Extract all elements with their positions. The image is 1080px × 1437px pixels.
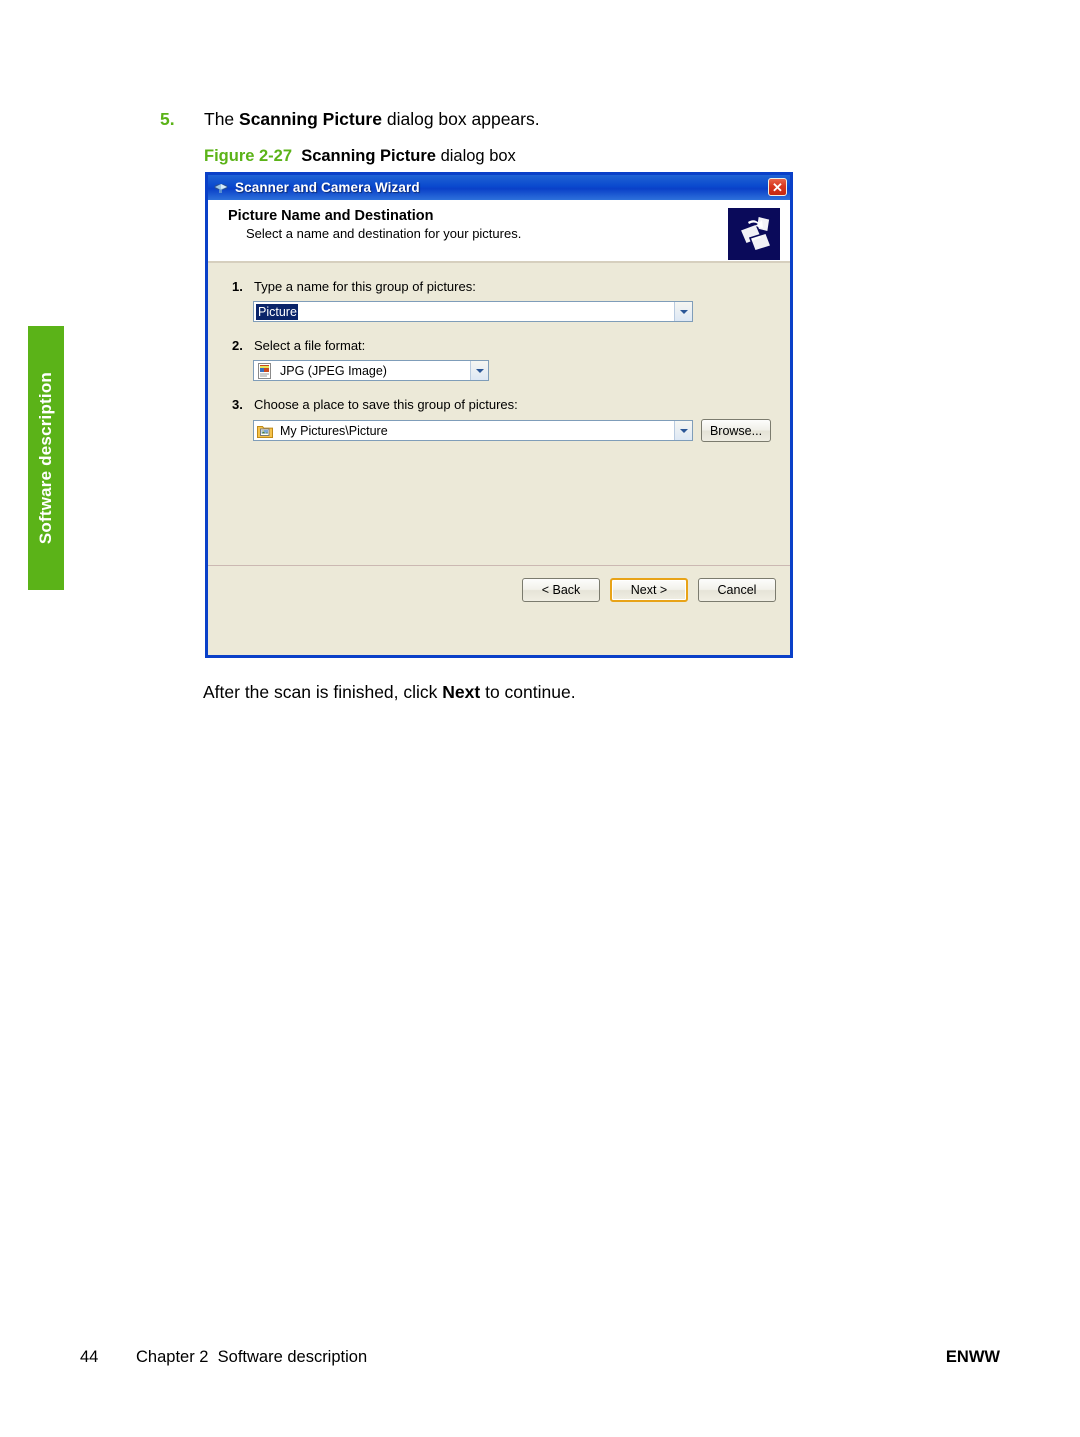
- field-label-3: 3. Choose a place to save this group of …: [232, 397, 790, 412]
- step-text-before: The: [204, 109, 240, 129]
- next-button[interactable]: Next >: [610, 577, 688, 602]
- field-row-3: My Pictures\Picture Browse...: [253, 419, 790, 442]
- save-location-value: My Pictures\Picture: [280, 423, 388, 438]
- field-label-1: 1. Type a name for this group of picture…: [232, 279, 790, 294]
- footer-chapter: Chapter 2: [136, 1348, 209, 1366]
- scanner-camera-wizard-dialog: Scanner and Camera Wizard ✕ Picture Name…: [205, 172, 793, 658]
- chevron-down-glyph: [679, 428, 688, 433]
- cancel-button[interactable]: Cancel: [698, 577, 776, 602]
- dialog-titlebar[interactable]: Scanner and Camera Wizard ✕: [208, 175, 790, 200]
- wizard-header-subtitle: Select a name and destination for your p…: [246, 226, 522, 241]
- field-text-1: Type a name for this group of pictures:: [254, 279, 476, 294]
- chevron-down-glyph: [679, 309, 688, 314]
- field-text-2: Select a file format:: [254, 338, 366, 353]
- after-figure-text: After the scan is finished, click Next t…: [203, 682, 576, 703]
- field-number-3: 3.: [232, 397, 243, 412]
- wizard-header-title: Picture Name and Destination: [228, 208, 434, 224]
- chevron-down-icon[interactable]: [470, 361, 488, 380]
- footer-section: Software description: [217, 1348, 368, 1366]
- field-text-3: Choose a place to save this group of pic…: [254, 397, 518, 412]
- footer-spacer: [208, 1348, 217, 1367]
- picture-name-input[interactable]: Picture: [253, 301, 693, 322]
- chevron-down-icon[interactable]: [674, 421, 692, 440]
- field-row-1: Picture: [253, 301, 790, 322]
- dialog-button-bar: < Back Next > Cancel: [208, 565, 790, 613]
- footer-right-label: ENWW: [945, 1348, 1000, 1366]
- dialog-title: Scanner and Camera Wizard: [235, 180, 420, 195]
- jpg-file-icon: [258, 362, 271, 379]
- after-text-bold-term: Next: [442, 682, 481, 702]
- scanner-wizard-banner-icon: [728, 208, 780, 260]
- step-number: 5.: [160, 109, 175, 129]
- field-number-1: 1.: [232, 279, 243, 294]
- step-item-5: 5. The Scanning Picture dialog box appear…: [160, 108, 900, 131]
- picture-name-value: Picture: [256, 303, 298, 320]
- pictures-folder-icon: [257, 425, 273, 438]
- scanner-camera-icon: [214, 183, 228, 193]
- browse-button[interactable]: Browse...: [701, 419, 771, 442]
- figure-caption-space: [292, 147, 301, 165]
- save-location-select[interactable]: My Pictures\Picture: [253, 420, 693, 441]
- side-tab-software-description: Software description: [28, 326, 64, 590]
- chevron-down-icon[interactable]: [674, 302, 692, 321]
- step-text-after: dialog box appears.: [381, 109, 540, 129]
- figure-label: Figure 2-27: [204, 147, 293, 165]
- wizard-body: 1. Type a name for this group of picture…: [208, 263, 790, 613]
- field-number-2: 2.: [232, 338, 243, 353]
- back-button[interactable]: < Back: [522, 577, 600, 602]
- file-format-value: JPG (JPEG Image): [280, 363, 387, 378]
- figure-text-after: dialog box: [435, 147, 516, 165]
- figure-bold-term: Scanning Picture: [301, 147, 436, 165]
- side-tab-label: Software description: [36, 371, 55, 545]
- wizard-header: Picture Name and Destination Select a na…: [208, 200, 790, 263]
- file-format-select[interactable]: JPG (JPEG Image): [253, 360, 489, 381]
- after-text-after: to continue.: [480, 682, 576, 702]
- field-label-2: 2. Select a file format:: [232, 338, 790, 353]
- close-glyph: ✕: [772, 179, 783, 195]
- after-text-before: After the scan is finished, click: [203, 682, 443, 702]
- wizard-header-text: Picture Name and Destination Select a na…: [228, 208, 728, 241]
- close-icon[interactable]: ✕: [768, 178, 787, 196]
- field-row-2: JPG (JPEG Image): [253, 360, 790, 381]
- footer-page-number: 44: [80, 1348, 99, 1366]
- figure-caption: Figure 2-27 Scanning Picture dialog box: [204, 147, 516, 166]
- chevron-down-glyph: [475, 368, 484, 373]
- page-footer: 44 Chapter 2 Software description ENWW: [80, 1348, 1000, 1367]
- step-bold-term: Scanning Picture: [239, 109, 382, 129]
